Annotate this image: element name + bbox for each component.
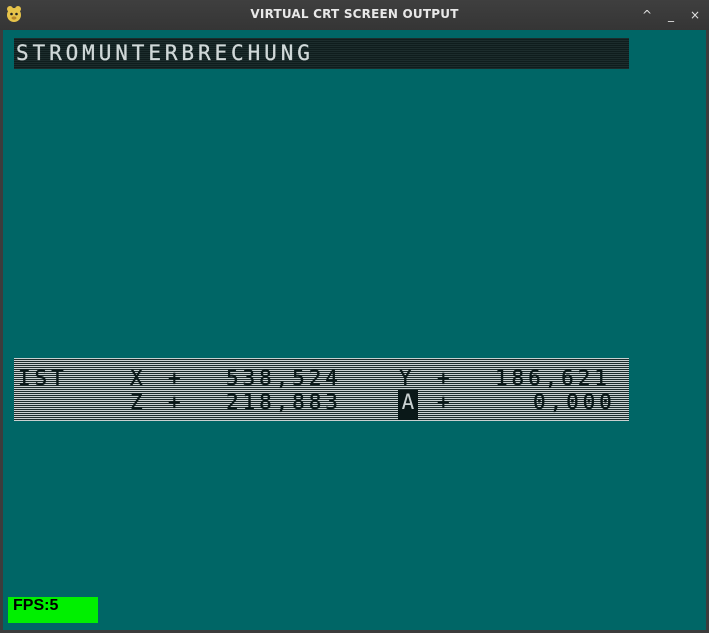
minimize-button[interactable]: _ bbox=[661, 5, 681, 25]
axis-a-value: 0,000 bbox=[533, 390, 616, 414]
axis-x-value: 538,524 bbox=[226, 366, 342, 390]
message-text: STROMUNTERBRECHUNG bbox=[16, 41, 314, 65]
axis-a-sign: + bbox=[437, 390, 454, 414]
title-bar[interactable]: VIRTUAL CRT SCREEN OUTPUT ^ _ × bbox=[0, 0, 709, 30]
fps-counter: FPS:5 bbox=[8, 597, 98, 623]
axis-y-label: Y bbox=[399, 366, 416, 390]
axis-x-sign: + bbox=[168, 366, 185, 390]
ist-label: IST bbox=[18, 366, 68, 390]
axis-y-sign: + bbox=[437, 366, 454, 390]
axis-z-label: Z bbox=[130, 390, 147, 414]
crt-window: VIRTUAL CRT SCREEN OUTPUT ^ _ × STROMUNT… bbox=[0, 0, 709, 633]
crt-screen: STROMUNTERBRECHUNG IST X + 538,524 Y + 1… bbox=[3, 30, 706, 630]
axis-z-sign: + bbox=[168, 390, 185, 414]
roll-up-button[interactable]: ^ bbox=[637, 5, 657, 25]
window-title: VIRTUAL CRT SCREEN OUTPUT bbox=[250, 7, 459, 21]
close-button[interactable]: × bbox=[685, 5, 705, 25]
axis-x-label: X bbox=[130, 366, 147, 390]
axis-a-label-cursor: A bbox=[398, 390, 418, 420]
axis-y-value: 186,621 bbox=[495, 366, 611, 390]
axis-z-value: 218,883 bbox=[226, 390, 342, 414]
